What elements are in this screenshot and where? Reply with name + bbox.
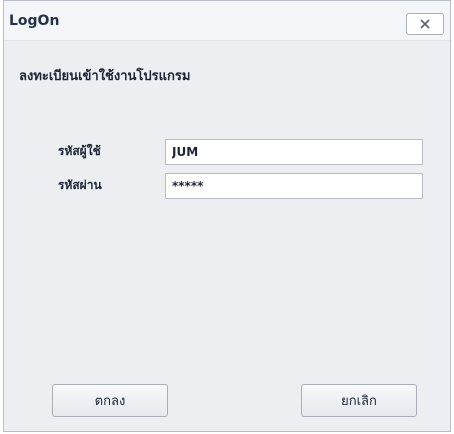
window-title: LogOn — [9, 13, 60, 29]
form-heading: ลงทะเบียนเข้าใช้งานโปรแกรม — [19, 69, 191, 84]
ok-button[interactable]: ตกลง — [52, 384, 168, 417]
close-icon — [419, 19, 431, 29]
cancel-button[interactable]: ยกเลิก — [301, 384, 417, 417]
logon-dialog: LogOn ลงทะเบียนเข้าใช้งานโปรแกรม รหัสผู้… — [3, 0, 451, 432]
password-input[interactable] — [165, 173, 423, 199]
password-label: รหัสผ่าน — [58, 178, 102, 192]
username-label: รหัสผู้ใช้ — [58, 144, 101, 158]
username-input[interactable] — [165, 139, 423, 165]
close-button[interactable] — [406, 13, 444, 35]
title-bar: LogOn — [4, 1, 450, 41]
